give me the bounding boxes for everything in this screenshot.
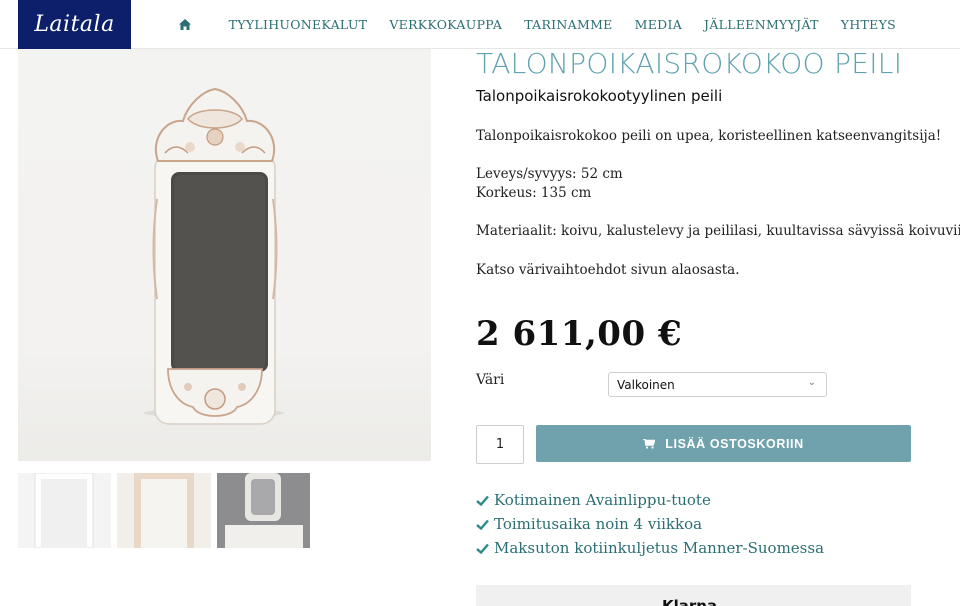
chevron-down-icon: ⌄ — [807, 377, 816, 388]
nav-item-tarinamme[interactable]: TARINAMME — [524, 17, 612, 32]
product-title: TALONPOIKAISROKOKOO PEILI — [476, 47, 903, 80]
check-icon — [476, 495, 489, 506]
check-icon — [476, 543, 489, 554]
usp-item-3: Maksuton kotiinkuljetus Manner-Suomessa — [476, 539, 824, 557]
add-to-cart-label: LISÄÄ OSTOSKORIIN — [665, 436, 804, 451]
color-select[interactable]: Valkoinen ⌄ — [608, 372, 827, 397]
logo[interactable]: Laitala — [18, 0, 131, 49]
nav-item-media[interactable]: MEDIA — [635, 17, 682, 32]
nav-item-tyylihuonekalut[interactable]: TYYLIHUONEKALUT — [229, 17, 368, 32]
usp-text: Kotimainen Avainlippu-tuote — [494, 491, 711, 509]
product-materials: Materiaalit: koivu, kalustelevy ja peili… — [476, 223, 960, 239]
product-dimension-height: Korkeus: 135 cm — [476, 185, 592, 201]
cart-icon — [643, 438, 656, 449]
nav-item-yhteys[interactable]: YHTEYS — [841, 17, 896, 32]
klarna-widget: Klarna. — [476, 585, 911, 606]
check-icon — [476, 519, 489, 530]
thumbnail-2[interactable] — [117, 473, 211, 548]
nav-item-verkkokauppa[interactable]: VERKKOKAUPPA — [389, 17, 502, 32]
home-icon[interactable] — [175, 0, 195, 49]
klarna-logo: Klarna. — [662, 597, 723, 606]
usp-text: Toimitusaika noin 4 viikkoa — [494, 515, 703, 533]
product-description: Talonpoikaisrokokoo peili on upea, koris… — [476, 128, 942, 144]
usp-text: Maksuton kotiinkuljetus Manner-Suomessa — [494, 539, 825, 557]
site-header: Laitala TYYLIHUONEKALUT VERKKOKAUPPA TAR… — [0, 0, 960, 49]
thumbnail-3[interactable] — [217, 473, 310, 548]
product-main-image[interactable] — [18, 49, 431, 461]
color-select-value: Valkoinen — [617, 378, 675, 392]
nav-item-jalleenmyyjat[interactable]: JÄLLEENMYYJÄT — [704, 17, 819, 32]
main-nav: TYYLIHUONEKALUT VERKKOKAUPPA TARINAMME M… — [175, 0, 896, 49]
thumbnail-1[interactable] — [18, 473, 111, 548]
product-subtitle: Talonpoikaisrokokootyylinen peili — [476, 87, 723, 105]
product-price: 2 611,00 € — [476, 314, 683, 354]
color-label: Väri — [476, 372, 505, 388]
add-to-cart-button[interactable]: LISÄÄ OSTOSKORIIN — [536, 425, 911, 462]
logo-text: Laitala — [34, 12, 115, 37]
product-color-note: Katso värivaihtoehdot sivun alaosasta. — [476, 262, 740, 278]
usp-item-2: Toimitusaika noin 4 viikkoa — [476, 515, 702, 533]
usp-item-1: Kotimainen Avainlippu-tuote — [476, 491, 711, 509]
product-dimension-width: Leveys/syvyys: 52 cm — [476, 166, 623, 182]
quantity-input[interactable]: 1 — [476, 425, 524, 464]
